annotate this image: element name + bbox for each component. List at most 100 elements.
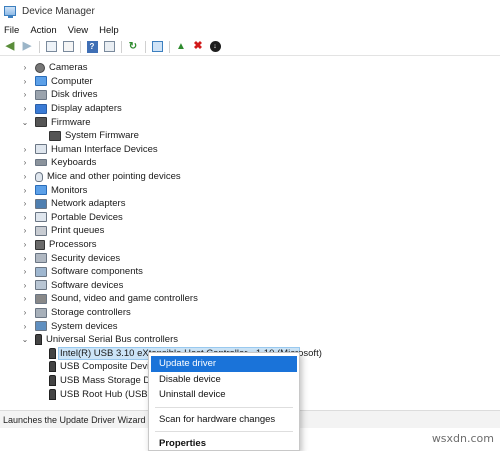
chevron-right-icon[interactable]: ›: [21, 267, 29, 276]
tree-item-keyboards[interactable]: › Keyboards: [0, 156, 500, 170]
chevron-right-icon[interactable]: ›: [21, 226, 29, 235]
menu-item-uninstall-device[interactable]: Uninstall device: [151, 387, 297, 403]
storage-icon: [35, 307, 47, 318]
chevron-right-icon[interactable]: ›: [21, 199, 29, 208]
usb-icon: [49, 388, 56, 400]
chevron-right-icon[interactable]: ›: [21, 213, 29, 222]
tree-item-portable-devices[interactable]: › Portable Devices: [0, 211, 500, 225]
tree-item-monitors[interactable]: › Monitors: [0, 183, 500, 197]
uninstall-icon[interactable]: ✖: [191, 40, 205, 54]
menu-help[interactable]: Help: [99, 25, 119, 36]
processor-icon: [35, 239, 45, 250]
monitor-icon: [35, 185, 47, 196]
tree-item-software-devices[interactable]: › Software devices: [0, 279, 500, 293]
chevron-right-icon[interactable]: ›: [21, 145, 29, 154]
tree-item-processors[interactable]: › Processors: [0, 238, 500, 252]
sound-icon: [35, 293, 47, 304]
device-manager-icon: [4, 6, 16, 18]
chevron-right-icon[interactable]: ›: [21, 104, 29, 113]
tree-item-label: Human Interface Devices: [51, 143, 158, 155]
toolbar-divider: [145, 40, 146, 53]
tree-item-network-adapters[interactable]: › Network adapters: [0, 197, 500, 211]
download-icon[interactable]: ↓: [208, 40, 222, 54]
chevron-right-icon[interactable]: ›: [21, 158, 29, 167]
forward-arrow-icon[interactable]: ▶: [20, 40, 34, 54]
properties-icon[interactable]: [61, 40, 75, 54]
keyboard-icon: [35, 159, 47, 167]
menu-action[interactable]: Action: [30, 25, 56, 36]
tree-item-label: Display adapters: [51, 103, 122, 115]
tree-item-label: Sound, video and game controllers: [51, 293, 198, 305]
menu-item-disable-device[interactable]: Disable device: [151, 372, 297, 388]
chevron-right-icon[interactable]: ›: [21, 90, 29, 99]
usb-icon: [49, 375, 56, 387]
software-component-icon: [35, 266, 47, 277]
window-title: Device Manager: [22, 5, 95, 17]
chevron-right-icon[interactable]: ›: [21, 77, 29, 86]
show-hide-console-tree-icon[interactable]: [44, 40, 58, 54]
computer-icon: [35, 76, 47, 87]
camera-icon: [35, 62, 45, 73]
menu-file[interactable]: File: [4, 25, 19, 36]
toolbar-divider: [39, 40, 40, 53]
menu-item-properties[interactable]: Properties: [151, 436, 297, 451]
menu-bar: File Action View Help: [0, 22, 500, 38]
tree-item-usb-controllers[interactable]: ⌄ Universal Serial Bus controllers: [0, 333, 500, 347]
chevron-right-icon[interactable]: ›: [21, 240, 29, 249]
tree-item-storage-controllers[interactable]: › Storage controllers: [0, 306, 500, 320]
chevron-right-icon[interactable]: ›: [21, 186, 29, 195]
tree-item-display-adapters[interactable]: › Display adapters: [0, 102, 500, 116]
help-icon[interactable]: ?: [85, 40, 99, 54]
tree-item-label: Keyboards: [51, 157, 97, 169]
chevron-down-icon[interactable]: ⌄: [21, 335, 29, 344]
tree-item-computer[interactable]: › Computer: [0, 75, 500, 89]
chevron-right-icon[interactable]: ›: [21, 281, 29, 290]
mouse-icon: [35, 171, 43, 182]
title-bar: Device Manager: [0, 0, 500, 22]
usb-icon: [49, 347, 56, 359]
scan-hardware-icon[interactable]: [150, 40, 164, 54]
menu-view[interactable]: View: [68, 25, 88, 36]
software-device-icon: [35, 280, 47, 291]
chevron-right-icon[interactable]: ›: [21, 308, 29, 317]
tree-item-label: Portable Devices: [51, 211, 123, 223]
refresh-icon[interactable]: ↻: [126, 40, 140, 54]
tree-item-print-queues[interactable]: › Print queues: [0, 224, 500, 238]
tree-item-label: System devices: [51, 320, 118, 332]
tree-item-disk-drives[interactable]: › Disk drives: [0, 88, 500, 102]
tree-item-sound-video-game[interactable]: › Sound, video and game controllers: [0, 292, 500, 306]
usb-icon: [49, 361, 56, 373]
tree-item-label: Software components: [51, 266, 143, 278]
tree-item-system-devices[interactable]: › System devices: [0, 319, 500, 333]
update-driver-icon[interactable]: ▲: [174, 40, 188, 54]
tree-item-label: System Firmware: [65, 130, 139, 142]
menu-divider: [155, 431, 293, 432]
tree-item-label: Firmware: [51, 116, 91, 128]
tree-item-cameras[interactable]: › Cameras: [0, 61, 500, 75]
tree-item-firmware[interactable]: ⌄ Firmware: [0, 115, 500, 129]
chevron-down-icon[interactable]: ⌄: [21, 118, 29, 127]
chevron-right-icon[interactable]: ›: [21, 294, 29, 303]
firmware-icon: [35, 117, 47, 128]
chevron-right-icon[interactable]: ›: [21, 254, 29, 263]
hid-icon: [35, 144, 47, 155]
chevron-right-icon[interactable]: ›: [21, 322, 29, 331]
usb-icon: [35, 334, 42, 346]
network-icon: [35, 198, 47, 209]
tree-item-security-devices[interactable]: › Security devices: [0, 251, 500, 265]
action-pane-icon[interactable]: [102, 40, 116, 54]
menu-item-update-driver[interactable]: Update driver: [151, 356, 297, 372]
back-arrow-icon[interactable]: ◀: [3, 40, 17, 54]
tree-item-human-interface-devices[interactable]: › Human Interface Devices: [0, 143, 500, 157]
tree-item-mice[interactable]: › Mice and other pointing devices: [0, 170, 500, 184]
chevron-right-icon[interactable]: ›: [21, 63, 29, 72]
tree-item-system-firmware[interactable]: System Firmware: [0, 129, 500, 143]
tree-item-label: Print queues: [51, 225, 105, 237]
portable-device-icon: [35, 212, 47, 223]
system-device-icon: [35, 321, 47, 332]
toolbar-divider: [169, 40, 170, 53]
tree-item-label: Processors: [49, 239, 97, 251]
menu-item-scan-hardware[interactable]: Scan for hardware changes: [151, 412, 297, 428]
tree-item-software-components[interactable]: › Software components: [0, 265, 500, 279]
chevron-right-icon[interactable]: ›: [21, 172, 29, 181]
